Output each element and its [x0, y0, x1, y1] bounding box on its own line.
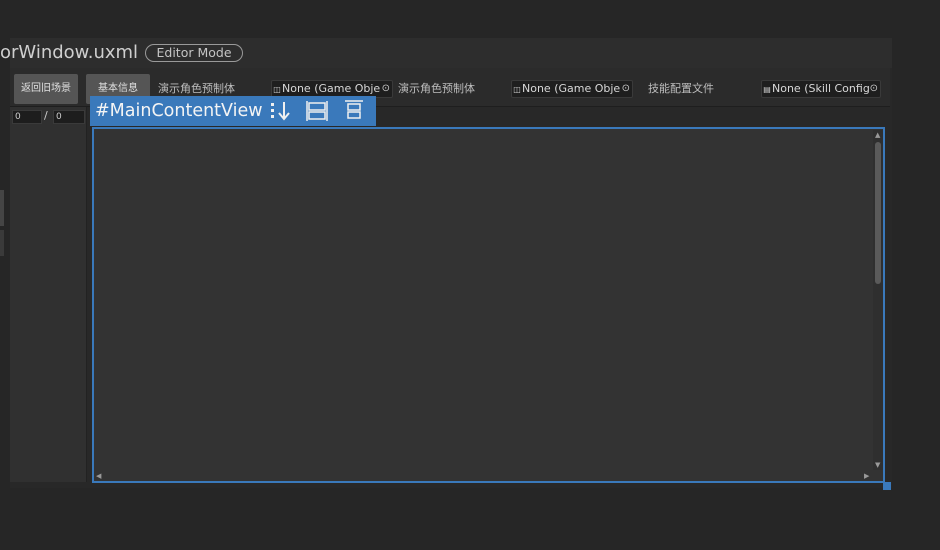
main-content-view[interactable]	[92, 127, 885, 483]
left-dock-tab-2[interactable]	[0, 230, 4, 256]
flex-direction-column-icon[interactable]	[270, 100, 292, 122]
frame-separator: /	[44, 109, 48, 122]
justify-start-icon[interactable]	[343, 100, 365, 122]
scroll-right-arrow-icon[interactable]: ▶	[864, 472, 869, 480]
document-title-bar	[10, 38, 892, 68]
scroll-left-arrow-icon[interactable]: ◀	[96, 472, 101, 480]
skill-config-file-field[interactable]: ▤None (Skill Config ⊙	[761, 80, 881, 98]
editor-mode-badge[interactable]: Editor Mode	[145, 44, 243, 62]
preview-character-prefab-field-2[interactable]: ◫None (Game Obje ⊙	[511, 80, 633, 98]
scroll-up-arrow-icon[interactable]: ▲	[875, 131, 880, 139]
object-field-value: None (Game Obje	[522, 82, 621, 95]
scroll-down-arrow-icon[interactable]: ▼	[875, 461, 880, 469]
object-field-value: None (Game Obje	[282, 82, 381, 95]
highlighted-element-name: #MainContentView	[95, 101, 263, 121]
object-picker-icon[interactable]: ⊙	[622, 81, 630, 97]
skill-config-file-label: 技能配置文件	[648, 82, 714, 95]
object-field-value: None (Skill Config	[772, 82, 870, 95]
gameobject-icon: ◫	[513, 85, 521, 94]
vertical-scrollbar-thumb[interactable]	[875, 142, 881, 284]
back-to-old-scene-button[interactable]: 返回旧场景	[14, 74, 78, 104]
left-dock-tab[interactable]	[0, 190, 4, 226]
document-title: orWindow.uxml	[0, 42, 139, 63]
object-picker-icon[interactable]: ⊙	[870, 81, 878, 97]
preview-character-prefab-label-1: 演示角色预制体	[158, 82, 235, 95]
total-frame-input[interactable]: 0	[53, 110, 85, 124]
file-icon: ▤	[763, 85, 771, 94]
current-frame-input[interactable]: 0	[12, 110, 42, 124]
preview-character-prefab-label-2: 演示角色预制体	[398, 82, 475, 95]
left-sidebar	[10, 107, 87, 482]
align-stretch-icon[interactable]	[306, 100, 328, 122]
object-picker-icon[interactable]: ⊙	[382, 81, 390, 97]
resize-handle[interactable]	[883, 482, 891, 490]
